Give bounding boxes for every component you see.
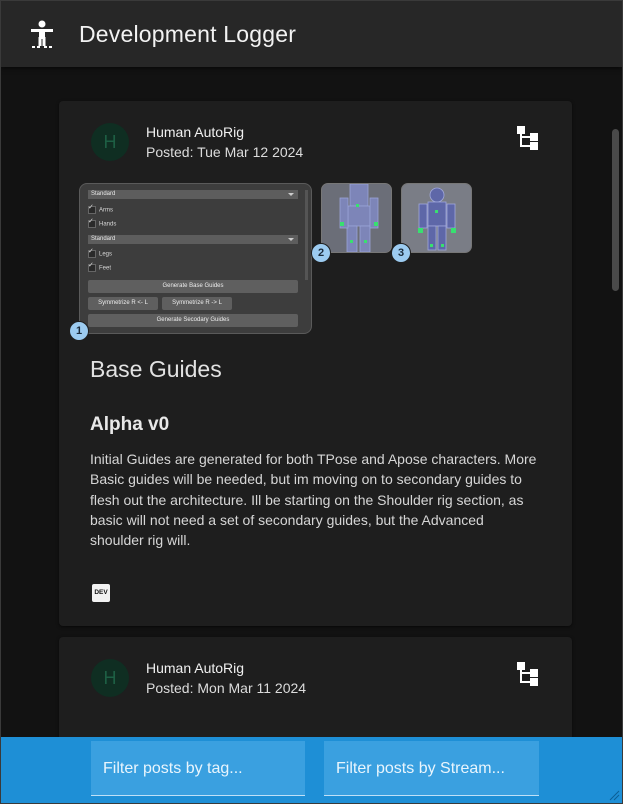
tree-structure-icon[interactable] xyxy=(516,125,542,151)
post-subheading: Alpha v0 xyxy=(90,414,170,435)
post-heading: Base Guides xyxy=(90,356,222,382)
post-date: Posted: Tue Mar 12 2024 xyxy=(146,144,304,160)
post-card: H Human AutoRig Posted: Tue Mar 12 2024 … xyxy=(59,101,572,626)
ui-checkbox-feet: Feet xyxy=(88,261,112,272)
character-model-image xyxy=(402,184,471,252)
ui-select-standard: Standard xyxy=(88,190,298,199)
stream-filter-input[interactable]: Filter posts by Stream... xyxy=(324,741,539,796)
tag-filter-placeholder: Filter posts by tag... xyxy=(103,760,243,777)
ui-symmetrize-right-button: Symmetrize R -> L xyxy=(162,297,232,310)
post-image-thumbnail[interactable] xyxy=(401,183,472,253)
tree-structure-icon[interactable] xyxy=(516,661,542,687)
post-date: Posted: Mon Mar 11 2024 xyxy=(146,680,307,696)
ui-checkbox-legs: Legs xyxy=(88,247,113,258)
resize-grip-icon[interactable] xyxy=(608,789,620,801)
ui-checkbox-arms: Arms xyxy=(88,203,113,214)
image-number-badge: 3 xyxy=(391,243,411,263)
ui-check-label: Legs xyxy=(99,251,113,258)
ui-symmetrize-left-button: Symmetrize R <- L xyxy=(88,297,158,310)
app-bar: Development Logger xyxy=(1,1,622,67)
ui-generate-base-button: Generate Base Guides xyxy=(88,280,298,293)
app-title: Development Logger xyxy=(79,21,297,47)
stream-filter-placeholder: Filter posts by Stream... xyxy=(336,760,505,777)
ui-check-label: Arms xyxy=(99,207,113,214)
filter-bar: Filter posts by tag... Filter posts by S… xyxy=(1,737,622,803)
dev-tag-icon[interactable]: DEV xyxy=(92,584,110,602)
scrollbar-thumb[interactable] xyxy=(612,129,619,291)
post-feed[interactable]: H Human AutoRig Posted: Tue Mar 12 2024 … xyxy=(1,67,622,737)
image-number-badge: 2 xyxy=(311,243,331,263)
accessibility-figure-icon[interactable] xyxy=(29,19,55,49)
ui-generate-secondary-button: Generate Secodary Guides xyxy=(88,314,298,327)
ui-checkbox-hands: Hands xyxy=(88,217,117,228)
checkbox-icon xyxy=(88,203,96,214)
character-wireframe-image xyxy=(322,184,391,252)
avatar: H xyxy=(91,123,129,161)
ui-check-label: Hands xyxy=(99,221,117,228)
post-image-thumbnail[interactable] xyxy=(321,183,392,253)
checkbox-icon xyxy=(88,247,96,258)
ui-panel-scrollbar xyxy=(305,190,308,280)
feed-scrollbar[interactable] xyxy=(612,67,619,737)
post-card: H Human AutoRig Posted: Mon Mar 11 2024 … xyxy=(59,637,572,737)
checkbox-icon xyxy=(88,261,96,272)
post-image-thumbnail[interactable]: Standard Arms Hands Standard Legs Feet G… xyxy=(79,183,312,334)
ui-check-label: Feet xyxy=(99,265,112,272)
post-body: Initial Guides are generated for both TP… xyxy=(90,451,537,549)
image-number-badge: 1 xyxy=(69,321,89,341)
tag-filter-input[interactable]: Filter posts by tag... xyxy=(91,741,305,796)
post-author: Human AutoRig xyxy=(146,124,245,140)
post-author: Human AutoRig xyxy=(146,660,245,676)
ui-select-standard-2: Standard xyxy=(88,235,298,244)
avatar: H xyxy=(91,659,129,697)
app-window: Development Logger H Human AutoRig Poste… xyxy=(0,0,623,804)
checkbox-icon xyxy=(88,217,96,228)
